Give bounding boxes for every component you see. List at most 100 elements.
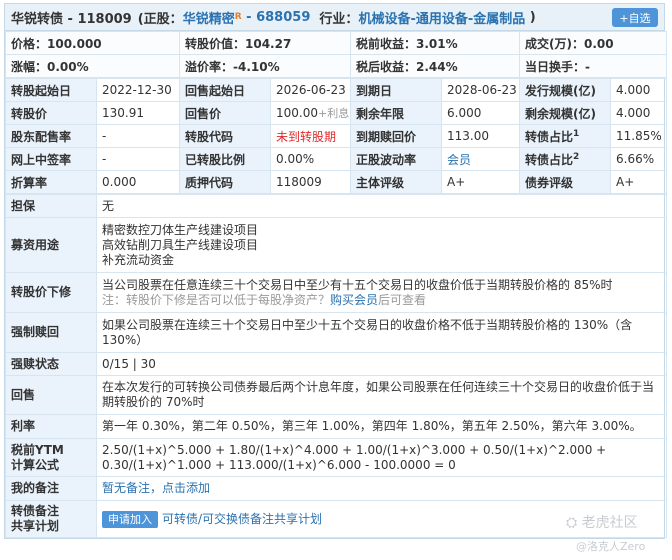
value-conversion-rate: 0.000 <box>96 170 180 194</box>
premium-rate: 溢价率：-4.10% <box>179 54 351 78</box>
stock-badge: R <box>234 12 242 22</box>
share-plan-link[interactable]: 可转债/可交换债备注共享计划 <box>162 512 322 526</box>
bond-ratio-text: 转债占比 <box>525 152 574 167</box>
detail-row: 我的备注 暂无备注，点击添加 <box>5 476 667 501</box>
fund-item: 高效钻削刀具生产线建设项目 <box>102 237 259 252</box>
value-price-reset: 当公司股票在任意连续三十个交易日中至少有十五个交易日的收盘价低于当期转股价格的 … <box>96 272 667 313</box>
paren-close: ) <box>525 9 536 25</box>
bond-grid: 转股起始日 2022-12-30 回售起始日 2026-06-23 到期日 20… <box>5 78 667 194</box>
label-use-of-funds: 募资用途 <box>5 217 97 273</box>
watermark-author: @洛克人Zero <box>576 540 646 553</box>
detail-row: 转股价下修 当公司股票在任意连续三十个交易日中至少有十五个交易日的收盘价低于当期… <box>5 272 667 313</box>
value-use-of-funds: 精密数控刀体生产线建设项目 高效钻削刀具生产线建设项目 补充流动资金 <box>96 217 667 273</box>
label-bond-ratio-2: 转债占比2 <box>519 147 611 171</box>
value-placement-rate: - <box>96 124 180 148</box>
dash: - <box>241 9 257 25</box>
value-forced-redeem: 如果公司股票在连续三十个交易日中至少十五个交易日的收盘价格不低于当期转股价格的 … <box>96 312 667 353</box>
stock-code-link[interactable]: 688059 <box>256 10 310 25</box>
value-bond-ratio-1: 11.85% <box>610 124 667 148</box>
value-maturity: 2028-06-23 <box>441 78 520 102</box>
grid-row: 转股价 130.91 回售价 100.00+利息 剩余年限 6.000 剩余规模… <box>5 101 667 125</box>
note-suffix: 后可查看 <box>378 292 427 307</box>
detail-row: 强制赎回 如果公司股票在连续三十个交易日中至少十五个交易日的收盘价格不低于当期转… <box>5 312 667 353</box>
value-put-start: 2026-06-23 <box>270 78 351 102</box>
label-price-reset: 转股价下修 <box>5 272 97 313</box>
watermark-logo: ⛭ 老虎社区 <box>566 512 638 532</box>
value-conv-price: 130.91 <box>96 101 180 125</box>
grid-row: 转股起始日 2022-12-30 回售起始日 2026-06-23 到期日 20… <box>5 78 667 102</box>
value-issue-size: 4.000 <box>610 78 667 102</box>
label-issuer-rating: 主体评级 <box>350 170 442 194</box>
value-interest-rate: 第一年 0.30%，第二年 0.50%，第三年 1.00%，第四年 1.80%，… <box>96 414 667 439</box>
label-pledge-code: 质押代码 <box>179 170 271 194</box>
label-conversion-rate: 折算率 <box>5 170 97 194</box>
detail-row: 募资用途 精密数控刀体生产线建设项目 高效钻削刀具生产线建设项目 补充流动资金 <box>5 217 667 273</box>
label-remaining-years: 剩余年限 <box>350 101 442 125</box>
label-remaining-size: 剩余规模(亿) <box>519 101 611 125</box>
detail-row: 回售 在本次发行的可转换公司债券最后两个计息年度，如果公司股票在任何连续三十个交… <box>5 375 667 415</box>
value-redeem-price: 113.00 <box>441 124 520 148</box>
pretax-yield: 税前收益：3.01% <box>350 31 520 55</box>
detail-row: 利率 第一年 0.30%，第二年 0.50%，第三年 1.00%，第四年 1.8… <box>5 414 667 439</box>
bond-info-panel: 华锐转债 - 118009 (正股： 华锐精密 R - 688059 行业： 机械… <box>4 3 667 539</box>
bond-ratio-sup: 2 <box>573 151 580 162</box>
value-bond-rating: A+ <box>610 170 667 194</box>
value-bond-ratio-2: 6.66% <box>610 147 667 171</box>
value-remaining-years: 6.000 <box>441 101 520 125</box>
bond-ratio-text: 转债占比 <box>525 129 574 144</box>
ytm-label-line1: 税前YTM <box>11 442 64 457</box>
value-conv-code: 未到转股期 <box>270 124 351 148</box>
turnover-rate: 当日换手：- <box>519 54 667 78</box>
turnover-amount: 成交(万)：0.00 <box>519 31 667 55</box>
aftertax-yield: 税后收益：2.44% <box>350 54 520 78</box>
fund-item: 补充流动资金 <box>102 252 175 267</box>
detail-row: 税前YTM 计算公式 2.50/(1+x)^5.000 + 1.80/(1+x)… <box>5 438 667 477</box>
grid-row: 网上中签率 - 已转股比例 0.00% 正股波动率 会员 转债占比2 6.66% <box>5 147 667 171</box>
ytm-line1: 2.50/(1+x)^5.000 + 1.80/(1+x)^4.000 + 1.… <box>102 442 607 457</box>
label-interest-rate: 利率 <box>5 414 97 439</box>
watermark-line1: 老虎社区 <box>581 515 638 531</box>
change-pct: 涨幅：0.00% <box>5 54 180 78</box>
plus-interest: +利息 <box>318 107 350 120</box>
buy-member-link[interactable]: 购买会员 <box>330 293 378 307</box>
label-redeem-price: 到期赎回价 <box>350 124 442 148</box>
label-bond-rating: 债券评级 <box>519 170 611 194</box>
detail-row: 强赎状态 0/15 | 30 <box>5 352 667 376</box>
value-putback: 在本次发行的可转换公司债券最后两个计息年度，如果公司股票在任何连续三十个交易日的… <box>96 375 667 415</box>
label-put-start: 回售起始日 <box>179 78 271 102</box>
label-redeem-status: 强赎状态 <box>5 352 97 376</box>
label-bond-ratio-1: 转债占比1 <box>519 124 611 148</box>
label-putback: 回售 <box>5 375 97 415</box>
reset-note: 注：转股价下修是否可以低于每股净资产？购买会员后可查看 <box>102 293 661 308</box>
summary-table: 价格：100.000 转股价值：104.27 税前收益：3.01% 成交(万)：… <box>5 31 667 78</box>
add-note-link[interactable]: 暂无备注，点击添加 <box>96 476 667 501</box>
label-maturity: 到期日 <box>350 78 442 102</box>
label-forced-redeem: 强制赎回 <box>5 312 97 353</box>
label-placement-rate: 股东配售率 <box>5 124 97 148</box>
value-issuer-rating: A+ <box>441 170 520 194</box>
label-lottery-rate: 网上中签率 <box>5 147 97 171</box>
fund-item: 精密数控刀体生产线建设项目 <box>102 222 259 237</box>
add-watchlist-button[interactable]: +自选 <box>612 8 658 27</box>
value-remaining-size: 4.000 <box>610 101 667 125</box>
label-converted-ratio: 已转股比例 <box>179 147 271 171</box>
apply-join-button[interactable]: 申请加入 <box>102 510 158 528</box>
industry-label: 行业： <box>310 11 359 27</box>
summary-row: 价格：100.000 转股价值：104.27 税前收益：3.01% 成交(万)：… <box>5 31 667 55</box>
label-volatility: 正股波动率 <box>350 147 442 171</box>
label-issue-size: 发行规模(亿) <box>519 78 611 102</box>
bond-name-code: 华锐转债 - 118009 <box>11 11 132 27</box>
note-prefix: 注：转股价下修是否可以低于每股净资产？ <box>102 292 331 307</box>
tiger-logo-icon: ⛭ <box>566 515 578 531</box>
grid-row: 折算率 0.000 质押代码 118009 主体评级 A+ 债券评级 A+ <box>5 170 667 194</box>
label-put-price: 回售价 <box>179 101 271 125</box>
value-converted-ratio: 0.00% <box>270 147 351 171</box>
label-conv-price: 转股价 <box>5 101 97 125</box>
label-conv-start: 转股起始日 <box>5 78 97 102</box>
stock-name-link[interactable]: 华锐精密 <box>183 8 235 27</box>
label-guarantee: 担保 <box>5 194 97 218</box>
share-label-line1: 转债备注 <box>11 504 60 518</box>
value-redeem-status: 0/15 | 30 <box>96 352 667 376</box>
industry-link[interactable]: 机械设备-通用设备-金属制品 <box>358 8 525 27</box>
value-volatility-member-link[interactable]: 会员 <box>441 147 520 171</box>
